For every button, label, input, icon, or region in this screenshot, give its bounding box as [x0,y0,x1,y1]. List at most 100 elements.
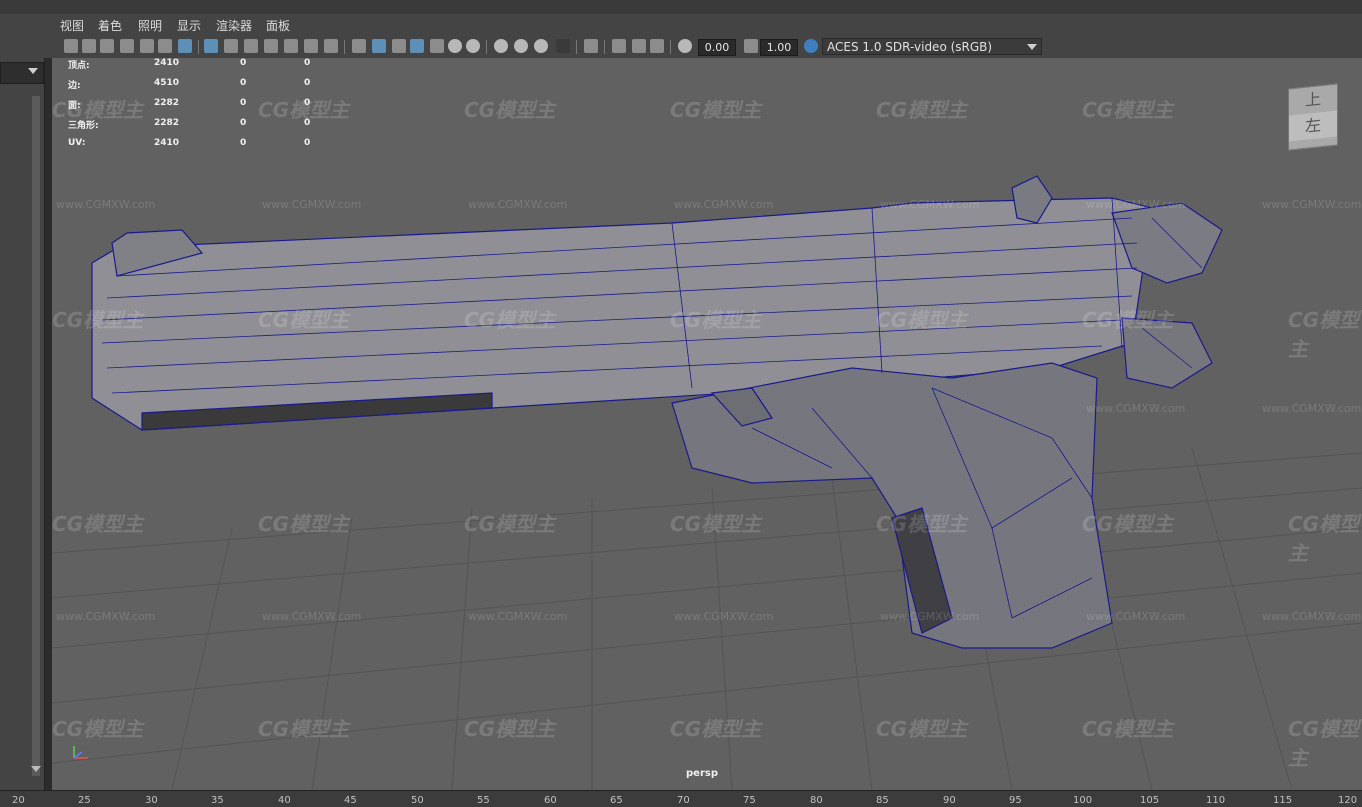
3d-viewport[interactable]: 顶点: 2410 0 0 边: 4510 0 0 面: 2282 0 0 三角形… [52,58,1362,790]
snapshot-icon[interactable] [158,39,172,53]
watermark-logo: CG模型主 [52,98,144,122]
view-cube-left[interactable]: 左 [1289,110,1337,142]
view-axis-gizmo [73,746,88,759]
ruler-tick: 110 [1206,795,1226,806]
view-cube[interactable]: 上 左 [1288,83,1338,151]
watermark-logo: CG模型主 [1288,512,1360,565]
wireframe-icon[interactable] [352,39,366,53]
motion-blur-icon[interactable] [514,39,528,53]
hud-row: UV: 2410 0 0 [60,138,320,158]
exposure-icon[interactable] [678,39,692,53]
pistol-mesh[interactable] [91,175,1223,649]
scroll-down-arrow-icon[interactable] [31,766,41,772]
field-chart-icon[interactable] [284,39,298,53]
resolution-gate-icon[interactable] [244,39,258,53]
shadows-icon[interactable] [466,39,480,53]
watermark-logo: CG模型主 [464,98,556,122]
color-space-dropdown[interactable]: ACES 1.0 SDR-video (sRGB) [822,38,1042,55]
watermark-url: www.CGMXW.com [468,610,568,623]
hud-value: 2282 [154,118,180,128]
watermark-logo: CG模型主 [876,98,968,122]
textured-icon[interactable] [430,39,444,53]
brush-icon[interactable] [178,39,192,53]
ruler-tick: 50 [411,795,424,806]
xray-components-icon[interactable] [650,39,664,53]
watermark-url: www.CGMXW.com [1262,610,1362,623]
hud-label: 顶点: [68,61,90,71]
watermark-url: www.CGMXW.com [880,610,980,623]
hud-value: 0 [304,58,311,68]
ruler-tick: 70 [677,795,690,806]
gate-mask-icon[interactable] [264,39,278,53]
hud-value: 0 [240,118,247,128]
chevron-down-icon[interactable] [28,68,38,74]
bookmark-icon[interactable] [100,39,114,53]
safe-action-icon[interactable] [304,39,318,53]
watermark-logo: CG模型主 [258,98,350,122]
anti-aliasing-icon[interactable] [534,39,548,53]
ruler-tick: 100 [1073,795,1093,806]
watermark-url: www.CGMXW.com [880,198,980,211]
safe-title-icon[interactable] [324,39,338,53]
isolate-select-icon[interactable] [584,39,598,53]
watermark-logo: CG模型主 [1082,717,1174,741]
film-gate-icon[interactable] [224,39,238,53]
watermark-logo: CG模型主 [52,717,144,741]
watermark-url: www.CGMXW.com [56,198,156,211]
menu-view[interactable]: 视图 [60,17,84,34]
left-panel [0,14,45,790]
exposure-field[interactable]: 0.00 [698,39,736,56]
ruler-tick: 65 [610,795,623,806]
ruler-tick: 60 [544,795,557,806]
gamma-icon[interactable] [744,39,758,53]
wireframe-on-shaded-icon[interactable] [410,39,424,53]
ruler-tick: 30 [145,795,158,806]
grease-pencil-icon[interactable] [140,39,154,53]
ruler-tick: 95 [1009,795,1022,806]
ruler-tick: 115 [1273,795,1293,806]
ambient-occlusion-icon[interactable] [494,39,508,53]
menu-show[interactable]: 显示 [177,17,201,34]
camera-icon[interactable] [64,39,78,53]
menu-shading[interactable]: 着色 [98,17,122,34]
watermark-logo: CG模型主 [1288,717,1360,770]
ruler-tick: 90 [943,795,956,806]
watermark-logo: CG模型主 [670,512,762,536]
watermark-url: www.CGMXW.com [1262,198,1362,211]
watermark-logo: CG模型主 [876,308,968,332]
watermark-logo: CG模型主 [258,717,350,741]
ruler-tick: 35 [211,795,224,806]
menu-renderer[interactable]: 渲染器 [216,17,252,34]
watermark-logo: CG模型主 [670,717,762,741]
ruler-tick: 80 [810,795,823,806]
menu-lighting[interactable]: 照明 [138,17,162,34]
gamma-field[interactable]: 1.00 [760,39,798,56]
ruler-tick: 20 [12,795,25,806]
color-management-icon[interactable] [804,39,818,53]
watermark-logo: CG模型主 [1082,308,1174,332]
viewport-scene [52,175,1362,790]
lights-icon[interactable] [448,39,462,53]
time-ruler[interactable]: 20 25 30 35 40 45 50 55 60 65 70 75 80 8… [0,790,1362,807]
ruler-tick: 85 [876,795,889,806]
xray-icon[interactable] [612,39,626,53]
depth-of-field-icon[interactable] [556,39,570,53]
default-material-icon[interactable] [392,39,406,53]
smooth-shade-icon[interactable] [372,39,386,53]
watermark-url: www.CGMXW.com [674,198,774,211]
ruler-tick: 25 [78,795,91,806]
watermark-logo: CG模型主 [464,512,556,536]
hud-value: 2410 [154,138,180,148]
camera-attributes-icon[interactable] [82,39,96,53]
ruler-tick: 120 [1338,795,1358,806]
grid-icon[interactable] [204,39,218,53]
watermark-logo: CG模型主 [1288,308,1360,361]
hud-value: 0 [304,78,311,88]
left-panel-scrollbar[interactable] [32,96,40,776]
image-plane-icon[interactable] [120,39,134,53]
xray-joints-icon[interactable] [632,39,646,53]
panel-menubar: 视图 着色 照明 显示 渲染器 面板 [44,14,1362,36]
menu-panels[interactable]: 面板 [266,17,290,34]
ruler-tick: 40 [278,795,291,806]
hud-value: 2282 [154,98,180,108]
